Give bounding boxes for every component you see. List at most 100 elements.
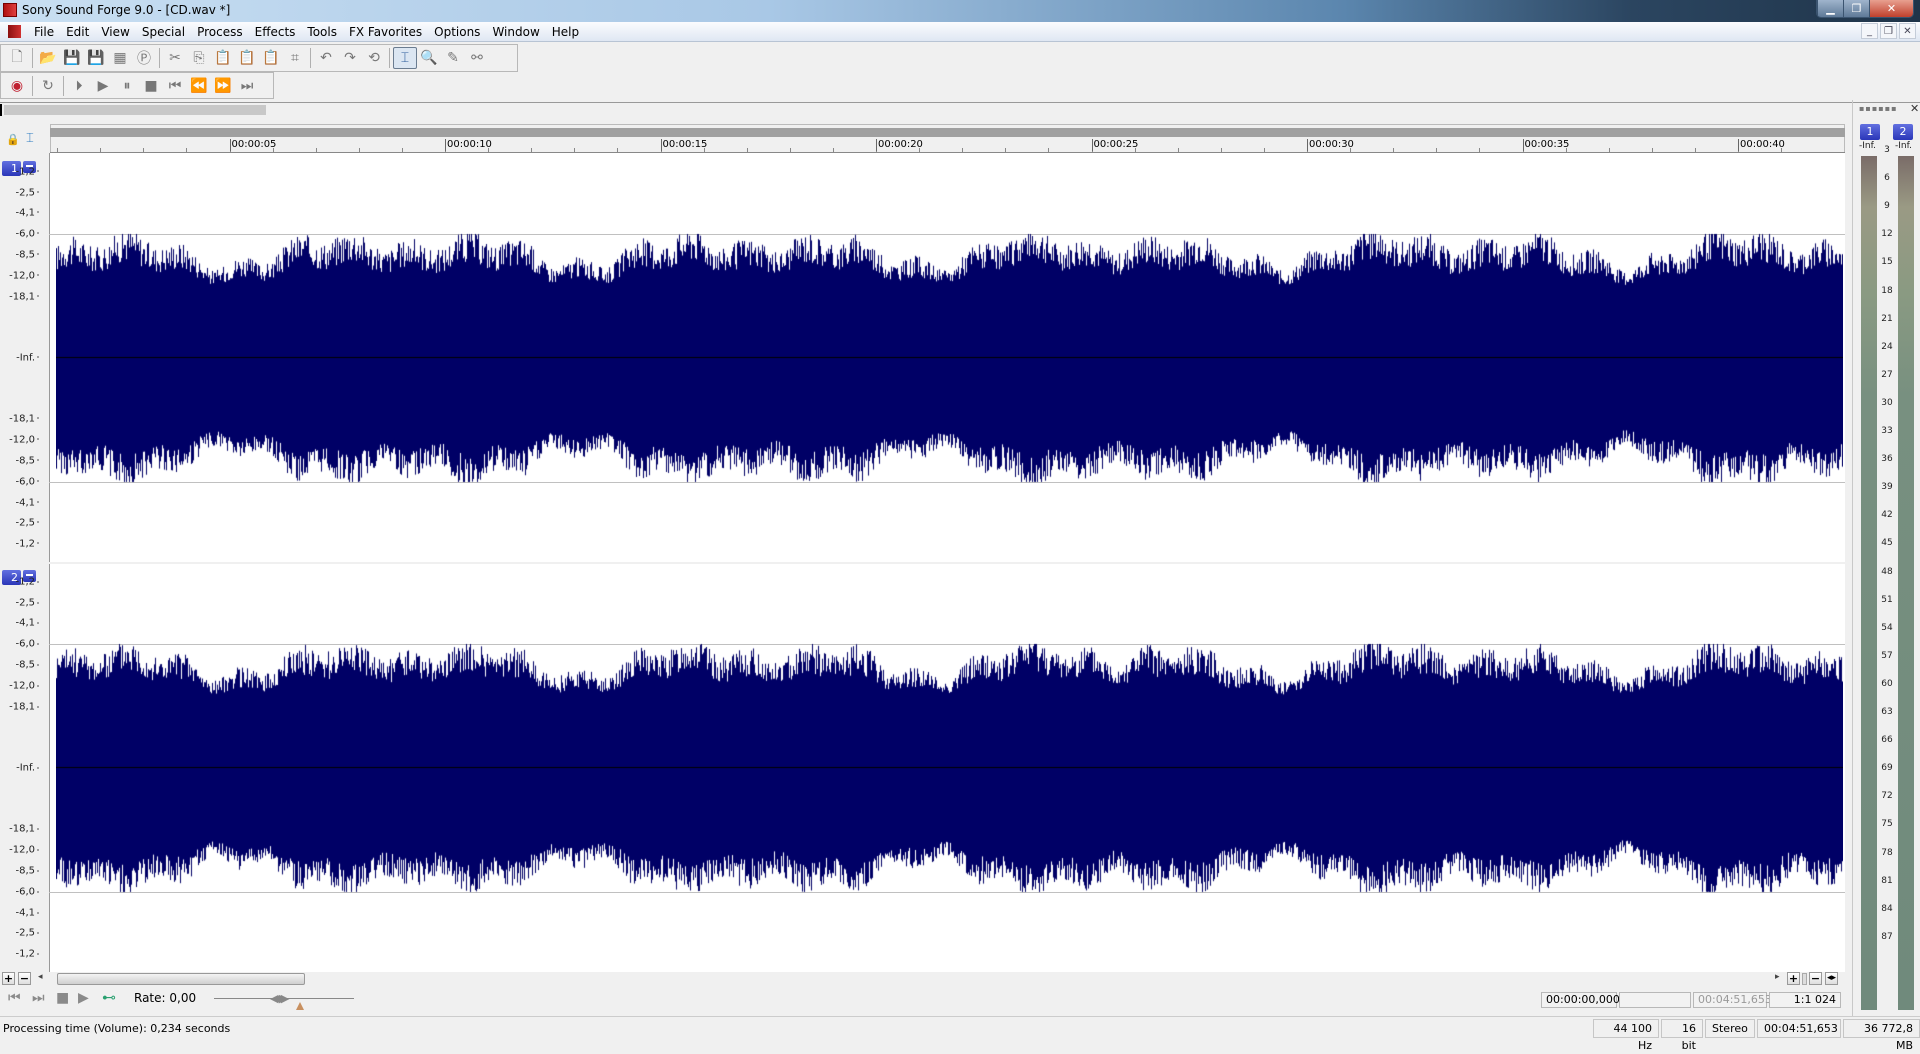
marker-bar[interactable]	[50, 128, 1845, 137]
edit-tool-icon[interactable]: ⌶	[26, 131, 34, 146]
copy-icon: ⎘	[193, 50, 205, 66]
new-button[interactable]: 🗋	[5, 47, 29, 69]
go-to-end-icon[interactable]: ⏭	[32, 990, 45, 1006]
save-as-button[interactable]: 💾	[84, 47, 108, 69]
redo-button[interactable]: ↷	[338, 47, 362, 69]
selection-length-field[interactable]: 00:04:51,653	[1693, 992, 1772, 1008]
edit-tool-button[interactable]: ⌶	[393, 47, 417, 69]
menu-special[interactable]: Special	[136, 24, 191, 40]
loop-button[interactable]: ↻	[36, 75, 60, 97]
zoom-in-time-button[interactable]: +	[1787, 972, 1800, 985]
toolbar-separator	[159, 48, 160, 68]
overview-visible-range[interactable]	[4, 105, 266, 115]
ruler-tick	[143, 148, 145, 152]
fast-forward-button[interactable]: ⏩	[211, 75, 235, 97]
sample-rate[interactable]: 44 100 Hz	[1593, 1019, 1659, 1052]
paste-new-button[interactable]: 📋	[235, 47, 259, 69]
menu-options[interactable]: Options	[428, 24, 486, 40]
go-to-start-button[interactable]: ⏮	[163, 75, 187, 97]
doc-restore-button[interactable]: ❐	[1880, 23, 1897, 39]
lock-icon[interactable]: 🔒	[6, 133, 20, 146]
overview-bar[interactable]	[0, 102, 1920, 116]
play-icon[interactable]: ▶	[78, 990, 89, 1006]
waveform[interactable]	[56, 232, 1843, 483]
pause-button[interactable]: ⏸	[115, 75, 139, 97]
scrub-icon[interactable]: ⊷	[102, 990, 116, 1006]
ruler-tick	[1694, 148, 1696, 152]
menu-window[interactable]: Window	[486, 24, 545, 40]
menu-file[interactable]: File	[28, 24, 60, 40]
go-to-end-button[interactable]: ⏭	[235, 75, 259, 97]
doc-minimize-button[interactable]: _	[1861, 23, 1878, 39]
meter-channel-badge[interactable]: 2	[1893, 124, 1913, 140]
rewind-button[interactable]: ⏪	[187, 75, 211, 97]
zoom-out-vertical-button[interactable]: −	[18, 972, 31, 985]
record-button[interactable]: ◉	[5, 75, 29, 97]
rewind-icon: ⏪	[190, 77, 208, 94]
save-all-button[interactable]: ▦	[108, 47, 132, 69]
record-icon: ◉	[10, 77, 24, 94]
scroll-right-icon[interactable]: ▸	[1775, 972, 1780, 982]
stop-icon[interactable]: ■	[56, 990, 69, 1006]
minimize-button[interactable]: ▁	[1817, 0, 1843, 17]
undo-button[interactable]: ↶	[314, 47, 338, 69]
zoom-out-time-button[interactable]: −	[1809, 972, 1822, 985]
document-icon[interactable]	[8, 25, 21, 38]
scroll-left-icon[interactable]: ◂	[38, 972, 43, 982]
publish-button[interactable]: Ⓟ	[132, 47, 156, 69]
meter-channel-badge[interactable]: 1	[1860, 124, 1880, 140]
menu-view[interactable]: View	[95, 24, 135, 40]
open-button[interactable]: 📂	[36, 47, 60, 69]
play-all-button[interactable]: ⏵	[67, 75, 91, 97]
menu-tools[interactable]: Tools	[301, 24, 343, 40]
menu-edit[interactable]: Edit	[60, 24, 95, 40]
zoom-slider[interactable]	[1802, 973, 1807, 985]
magnify-tool-button[interactable]: 🔍	[417, 47, 441, 69]
rate-slider-thumb[interactable]: ◀◆▶	[270, 992, 289, 1005]
zoom-ratio-field[interactable]: 1:1 024	[1769, 992, 1841, 1008]
menu-effects[interactable]: Effects	[249, 24, 302, 40]
time-ruler[interactable]: 00:00:05 00:00:10 00:00:15 00:00:20 00:00:25…	[50, 137, 1845, 153]
play-button[interactable]: ▶	[91, 75, 115, 97]
channels[interactable]: Stereo	[1705, 1019, 1755, 1038]
rate-zero-marker	[296, 1002, 304, 1010]
menu-process[interactable]: Process	[191, 24, 249, 40]
envelope-tool-button[interactable]: ⚯	[465, 47, 489, 69]
zoom-in-vertical-button[interactable]: +	[2, 972, 15, 985]
selection-end-field[interactable]	[1619, 992, 1691, 1008]
copy-button[interactable]: ⎘	[187, 47, 211, 69]
edit-tool-icon: ⌶	[400, 50, 410, 66]
selection-start-field[interactable]: 00:00:00,000	[1541, 992, 1620, 1008]
pencil-tool-button[interactable]: ✎	[441, 47, 465, 69]
file-length[interactable]: 00:04:51,653	[1757, 1019, 1841, 1038]
close-button[interactable]: ✕	[1869, 0, 1913, 17]
paste-button[interactable]: 📋	[211, 47, 235, 69]
cut-button[interactable]: ✂	[163, 47, 187, 69]
trim-crop-button[interactable]: ⌗	[283, 47, 307, 69]
meter-close-icon[interactable]: ✕	[1910, 102, 1919, 115]
db-scale-label: -6,0	[15, 887, 39, 898]
menu-fx-favorites[interactable]: FX Favorites	[343, 24, 428, 40]
menu-help[interactable]: Help	[546, 24, 585, 40]
meter-peak-label[interactable]: -Inf.	[1859, 141, 1876, 151]
go-to-start-icon[interactable]: ⏮	[8, 990, 21, 1006]
db-scale-label: -8,5	[15, 455, 39, 466]
stop-button[interactable]: ■	[139, 75, 163, 97]
repeat-button[interactable]: ⟲	[362, 47, 386, 69]
doc-close-button[interactable]: ✕	[1899, 23, 1916, 39]
ruler-tick	[315, 148, 317, 152]
save-button[interactable]: 💾	[60, 47, 84, 69]
meter-scale-label: 6	[1884, 173, 1890, 184]
horizontal-scrollbar-thumb[interactable]	[57, 973, 305, 985]
zoom-fit-button[interactable]: ◂▸	[1825, 972, 1838, 985]
mix-button[interactable]: 📋	[259, 47, 283, 69]
ruler-tick	[1220, 148, 1222, 152]
maximize-button[interactable]: ❐	[1843, 0, 1869, 17]
meter-grip[interactable]: ▪▪▪▪▪▪	[1859, 104, 1898, 113]
meter-scale-label: 54	[1881, 622, 1893, 633]
ruler-tick	[1263, 148, 1265, 152]
waveform[interactable]	[56, 643, 1843, 893]
bit-depth[interactable]: 16 bit	[1661, 1019, 1703, 1052]
db-scale-label: -Inf.	[16, 763, 39, 774]
new-icon: 🗋	[11, 49, 23, 65]
